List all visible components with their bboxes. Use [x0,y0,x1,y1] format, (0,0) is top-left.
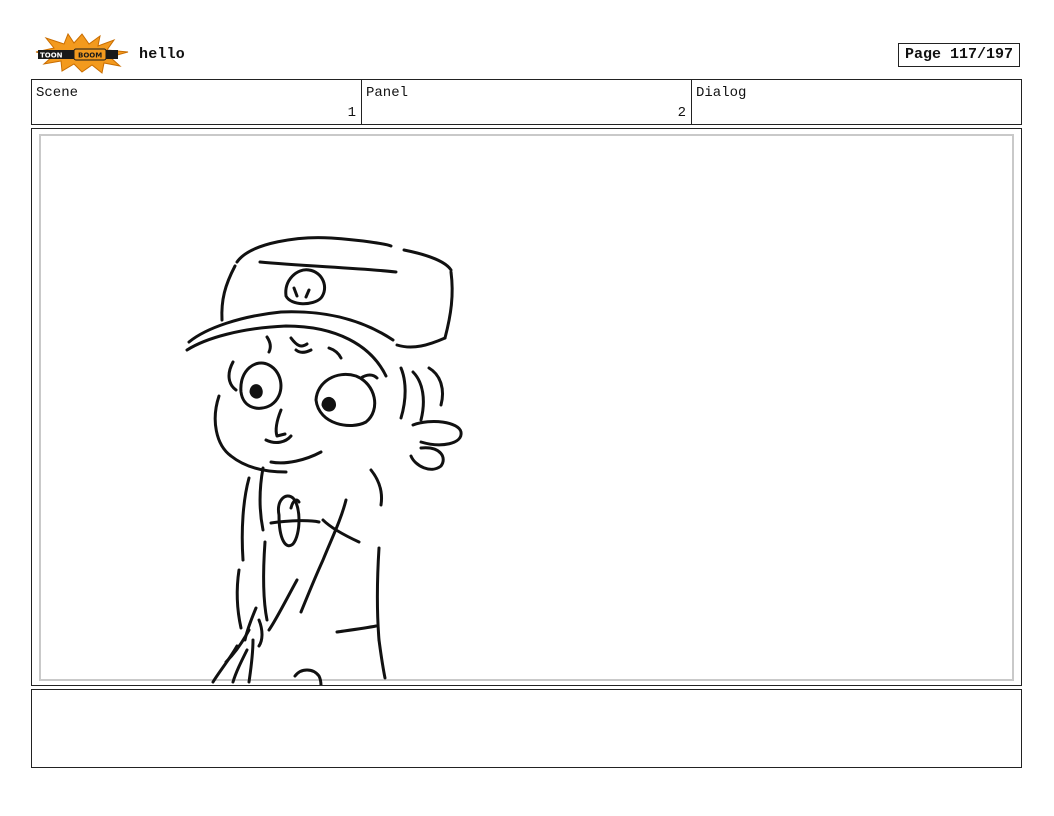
storyboard-frame [31,128,1022,686]
panel-info-row: Scene 1 Panel 2 Dialog [31,79,1022,125]
action-notes-box [31,689,1022,768]
panel-cell: Panel 2 [362,80,692,124]
dialog-label: Dialog [696,85,747,101]
character-sketch [185,236,463,685]
panel-value: 2 [677,105,686,121]
scene-cell: Scene 1 [32,80,362,124]
toon-boom-logo: TOON BOOM [35,32,129,74]
dialog-cell: Dialog [692,80,1021,124]
project-title: hello [139,46,186,63]
logo-wordmark: TOON [40,52,63,60]
logo-wordmark-boom: BOOM [78,52,102,60]
scene-label: Scene [36,85,79,101]
panel-label: Panel [366,85,409,101]
scene-value: 1 [347,105,356,121]
page-number: Page 117/197 [898,43,1020,67]
